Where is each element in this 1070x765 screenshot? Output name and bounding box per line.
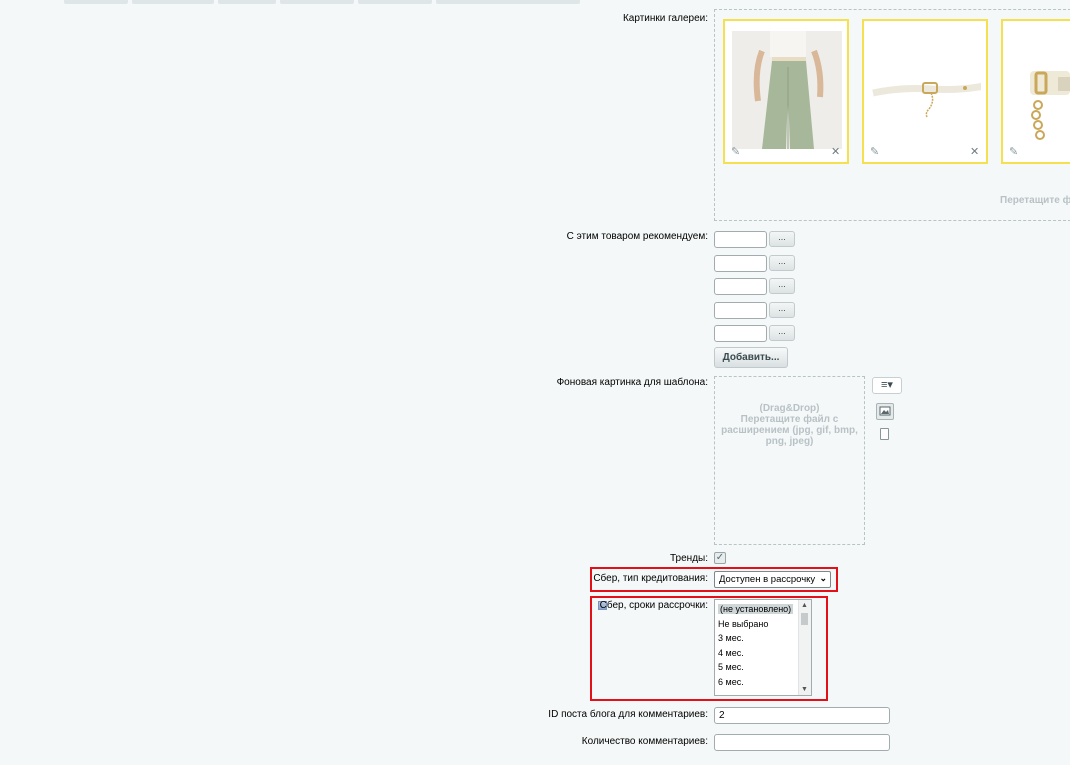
trends-label: Тренды: [670, 553, 708, 564]
blog-post-label: ID поста блога для комментариев: [548, 709, 708, 720]
browse-button[interactable]: ... [769, 278, 795, 294]
tab-6[interactable] [436, 0, 580, 4]
listbox-scrollbar[interactable]: ▲ ▼ [798, 600, 811, 695]
installment-option[interactable]: 4 мес. [718, 648, 744, 658]
tab-strip [0, 0, 1070, 5]
tab-2[interactable] [132, 0, 214, 4]
product-image-belt [871, 31, 981, 149]
installment-listbox[interactable]: (не установлено) Не выбрано 3 мес. 4 мес. 5 … [714, 599, 812, 696]
edit-icon[interactable]: ✎ [1009, 146, 1021, 158]
file-icon[interactable] [880, 428, 889, 440]
edit-icon[interactable]: ✎ [870, 146, 882, 158]
gallery-thumb-2[interactable]: ✎ ✕ [862, 19, 988, 164]
tab-3[interactable] [218, 0, 276, 4]
recommend-input[interactable] [714, 278, 767, 295]
gallery-drop-hint: Перетащите ф [1000, 195, 1070, 206]
gallery-label: Картинки галереи: [622, 13, 708, 24]
blog-post-input[interactable] [714, 707, 890, 724]
close-icon[interactable]: ✕ [831, 146, 841, 158]
credit-type-label: Сбер, тип кредитования: [593, 573, 708, 584]
drop-hint-line-2: Перетащите файл с [740, 414, 839, 425]
tab-1[interactable] [64, 0, 128, 4]
product-image-trousers [732, 31, 842, 149]
installment-option[interactable]: 5 мес. [718, 662, 744, 672]
installment-option[interactable]: (не установлено) [718, 604, 794, 614]
credit-type-select[interactable]: Доступен в рассрочку ⌄ [714, 571, 831, 588]
scroll-down-icon[interactable]: ▼ [801, 686, 808, 693]
background-dropzone[interactable]: (Drag&Drop) Перетащите файл с расширение… [714, 376, 865, 545]
gallery-thumb-3[interactable]: ✎ [1001, 19, 1070, 164]
installment-label: Сбер, сроки рассрочки: [599, 600, 708, 611]
browse-button[interactable]: ... [769, 254, 795, 271]
close-icon[interactable]: ✕ [970, 146, 980, 158]
tab-5[interactable] [358, 0, 432, 4]
browse-button[interactable]: ... [769, 231, 795, 247]
comment-count-label: Количество комментариев: [581, 736, 708, 747]
tab-4[interactable] [280, 0, 354, 4]
trends-checkbox[interactable]: ✓ [714, 552, 726, 564]
credit-type-value: Доступен в рассрочку [719, 574, 816, 585]
installment-option[interactable]: 3 мес. [718, 633, 744, 643]
drop-hint-line-1: (Drag&Drop) [759, 403, 820, 414]
recommend-input[interactable] [714, 254, 767, 272]
drop-hint-line-4: png, jpeg) [765, 436, 814, 447]
recommend-input[interactable] [714, 231, 767, 248]
recommend-input[interactable] [714, 325, 767, 342]
scroll-thumb[interactable] [801, 613, 808, 625]
product-image-belt-chain [1010, 31, 1070, 149]
recommend-label: С этим товаром рекомендуем: [566, 231, 708, 242]
scroll-up-icon[interactable]: ▲ [801, 602, 808, 609]
edit-icon[interactable]: ✎ [731, 146, 743, 158]
gallery-thumb-1[interactable]: ✎ ✕ [723, 19, 849, 164]
menu-icon[interactable]: ≡▾ [872, 377, 902, 394]
background-label: Фоновая картинка для шаблона: [556, 377, 708, 388]
recommend-input[interactable] [714, 301, 767, 319]
browse-button[interactable]: ... [769, 301, 795, 318]
image-icon[interactable] [876, 403, 894, 420]
installment-option[interactable]: Не выбрано [718, 619, 768, 629]
chevron-down-icon: ⌄ [819, 573, 827, 583]
installment-option[interactable]: 6 мес. [718, 677, 744, 687]
drop-hint-line-3: расширением (jpg, gif, bmp, [721, 425, 858, 436]
comment-count-input[interactable] [714, 734, 890, 751]
browse-button[interactable]: ... [769, 325, 795, 341]
add-button[interactable]: Добавить... [714, 347, 788, 368]
